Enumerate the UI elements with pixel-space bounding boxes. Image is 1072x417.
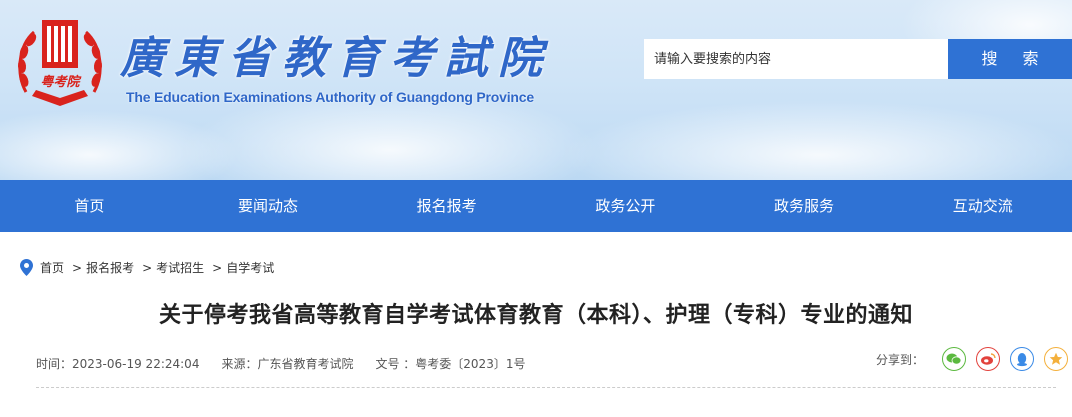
cloud-decoration	[0, 110, 240, 180]
breadcrumb-self-study-exam[interactable]: 自学考试	[226, 259, 274, 276]
article-meta: 时间：2023-06-19 22:24:04 来源：广东省教育考试院 文号 ：粤…	[36, 355, 547, 372]
nav-item-news[interactable]: 要闻动态	[179, 180, 358, 232]
main-nav: 首页 要闻动态 报名报考 政务公开 政务服务 互动交流	[0, 180, 1072, 232]
wechat-icon[interactable]	[942, 347, 967, 371]
qq-icon[interactable]	[1010, 347, 1035, 371]
breadcrumb-separator: >	[212, 260, 223, 275]
article-title: 关于停考我省高等教育自学考试体育教育（本科）、护理（专科）专业的通知	[158, 303, 913, 328]
meta-divider	[36, 387, 1056, 388]
search-input[interactable]	[644, 39, 948, 79]
breadcrumb: 首页 > 报名报考 > 考试招生 > 自学考试	[20, 259, 278, 276]
breadcrumb-admissions[interactable]: 考试招生	[156, 259, 204, 276]
share-label: 分享到：	[876, 352, 925, 367]
site-subtitle: The Education Examinations Authority of …	[126, 89, 534, 105]
article-source: 来源：广东省教育考试院	[221, 357, 354, 371]
weibo-icon[interactable]	[976, 347, 1001, 371]
logo-emblem[interactable]: 粤考院	[12, 14, 108, 114]
location-pin-icon	[20, 259, 33, 276]
breadcrumb-separator: >	[72, 260, 83, 275]
breadcrumb-registration[interactable]: 报名报考	[86, 259, 134, 276]
breadcrumb-home[interactable]: 首页	[40, 259, 64, 276]
site-title: 廣東省教育考試院	[120, 33, 552, 84]
nav-item-home[interactable]: 首页	[0, 180, 179, 232]
nav-item-registration[interactable]: 报名报考	[357, 180, 536, 232]
nav-item-services[interactable]: 政务服务	[715, 180, 894, 232]
cloud-decoration	[560, 100, 1072, 180]
search-button[interactable]: 搜 索	[948, 39, 1072, 79]
nav-item-interaction[interactable]: 互动交流	[893, 180, 1072, 232]
share-bar: 分享到：	[876, 347, 1069, 371]
nav-item-government-affairs[interactable]: 政务公开	[536, 180, 715, 232]
publish-time: 时间：2023-06-19 22:24:04	[36, 357, 200, 371]
breadcrumb-separator: >	[142, 260, 153, 275]
document-number: 文号 ：粤考委〔2023〕1号	[375, 357, 526, 371]
qzone-icon[interactable]	[1044, 347, 1069, 371]
site-header: 粤考院 廣東省教育考試院 The Education Examinations …	[0, 0, 1072, 180]
logo-text: 粤考院	[40, 74, 82, 90]
